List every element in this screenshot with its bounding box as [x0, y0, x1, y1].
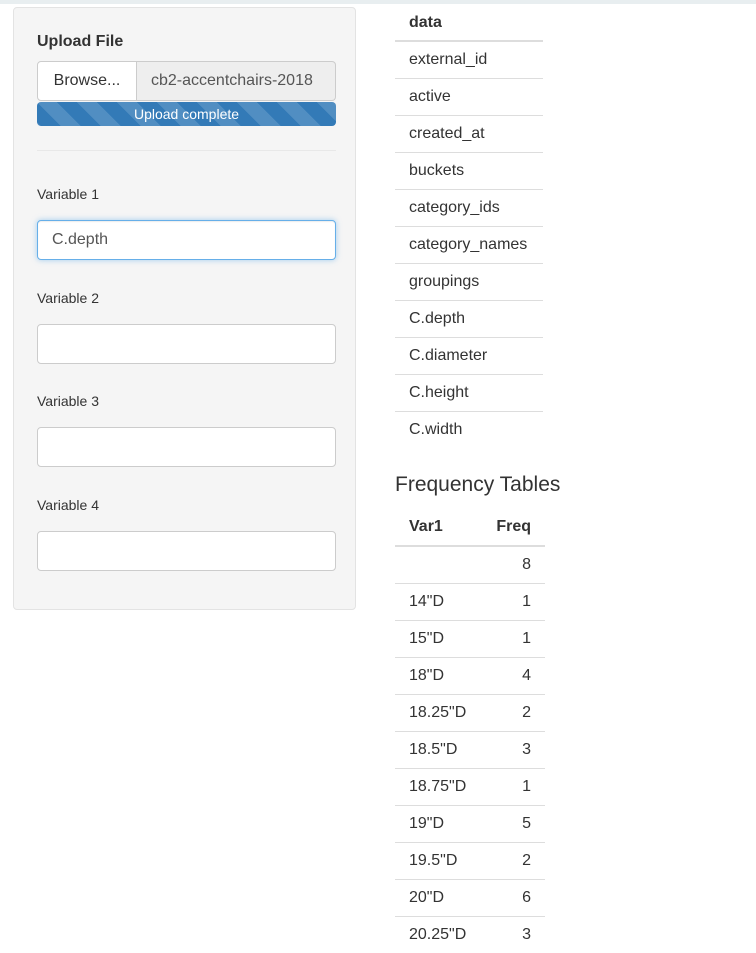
freq-header-freq: Freq: [481, 508, 545, 547]
freq-count-cell: 2: [481, 841, 545, 879]
upload-progress-bar: Upload complete: [37, 102, 336, 126]
browse-button[interactable]: Browse...: [37, 61, 137, 101]
freq-count-cell: 3: [481, 730, 545, 768]
upload-file-label: Upload File: [37, 33, 124, 50]
table-row: C.height: [395, 374, 543, 412]
upload-progress: Upload complete: [37, 102, 336, 126]
table-row: groupings: [395, 263, 543, 301]
data-column-name: category_names: [395, 226, 543, 264]
table-row: 19"D 5: [395, 804, 545, 842]
freq-count-cell: 1: [481, 582, 545, 620]
divider: [37, 150, 336, 151]
table-row: 18.75"D 1: [395, 767, 545, 805]
frequency-tables-title: Frequency Tables: [395, 473, 561, 496]
freq-header-var1: Var1: [395, 508, 482, 547]
data-column-name: C.width: [409, 420, 463, 438]
variable-4-input[interactable]: [37, 531, 336, 571]
freq-var1-cell: [395, 546, 481, 583]
variable-2-input[interactable]: [37, 324, 336, 364]
freq-var1-cell: 19.5"D: [395, 841, 482, 879]
freq-var1-cell: 19"D: [395, 804, 482, 842]
data-columns-table: data external_id active created_at buckets c…: [395, 5, 543, 448]
table-row: created_at: [395, 115, 543, 153]
frequency-table: Var1 Freq 8 14"D 1 15"D 1 18"D 4 18.25"D 2 18.5"D…: [395, 508, 545, 953]
freq-var1-cell: 20.25"D: [395, 915, 482, 953]
table-row: C.width: [395, 411, 543, 448]
table-row: 15"D 1: [395, 619, 545, 657]
file-input-group: Browse... cb2-accentchairs-2018: [37, 61, 336, 101]
data-column-name: category_ids: [395, 189, 543, 227]
table-row: 18"D 4: [395, 656, 545, 694]
variable-1-label: Variable 1: [37, 186, 100, 202]
table-row: 14"D 1: [395, 582, 545, 620]
freq-var1-cell: 18.75"D: [395, 767, 482, 805]
data-column-name: external_id: [395, 41, 543, 79]
data-column-name: created_at: [395, 115, 543, 153]
data-column-name: C.height: [395, 374, 543, 412]
freq-var1-cell: 18"D: [395, 656, 482, 694]
data-column-name: C.diameter: [395, 337, 543, 375]
file-name-field[interactable]: cb2-accentchairs-2018: [137, 61, 336, 101]
table-row: external_id: [395, 41, 543, 79]
freq-var1-cell: 18.5"D: [395, 730, 482, 768]
table-row: C.depth: [395, 300, 543, 338]
freq-var1-cell: 14"D: [395, 582, 482, 620]
freq-count-cell: 8: [522, 555, 531, 573]
variable-4-label: Variable 4: [37, 497, 100, 513]
sidebar-panel: Upload File Browse... cb2-accentchairs-2…: [13, 7, 356, 610]
table-row: active: [395, 78, 543, 116]
variable-1-input[interactable]: [37, 220, 336, 260]
table-row: 20"D 6: [395, 878, 545, 916]
data-column-name: groupings: [395, 263, 543, 301]
variable-3-input[interactable]: [37, 427, 336, 467]
freq-count-cell: 5: [481, 804, 545, 842]
freq-var1-cell: 20"D: [395, 878, 482, 916]
freq-count-cell: 6: [481, 878, 545, 916]
data-table-header: data: [395, 5, 543, 42]
table-row: 18.5"D 3: [395, 730, 545, 768]
table-row: 20.25"D 3: [395, 915, 545, 953]
table-row: 18.25"D 2: [395, 693, 545, 731]
top-border: [0, 0, 756, 4]
freq-var1-cell: 15"D: [395, 619, 482, 657]
table-row: category_ids: [395, 189, 543, 227]
data-column-name: C.depth: [395, 300, 543, 338]
freq-var1-cell: 18.25"D: [395, 693, 482, 731]
freq-count-cell: 2: [481, 693, 545, 731]
table-row: buckets: [395, 152, 543, 190]
data-column-name: active: [395, 78, 543, 116]
freq-count-cell: 1: [481, 619, 545, 657]
freq-count-cell: 4: [481, 656, 545, 694]
variable-3-label: Variable 3: [37, 393, 100, 409]
variable-2-label: Variable 2: [37, 290, 100, 306]
table-row: C.diameter: [395, 337, 543, 375]
table-row: 8: [395, 546, 545, 583]
freq-count-cell: 1: [481, 767, 545, 805]
table-row: category_names: [395, 226, 543, 264]
freq-count-cell: 3: [481, 915, 545, 953]
table-row: 19.5"D 2: [395, 841, 545, 879]
data-column-name: buckets: [395, 152, 543, 190]
